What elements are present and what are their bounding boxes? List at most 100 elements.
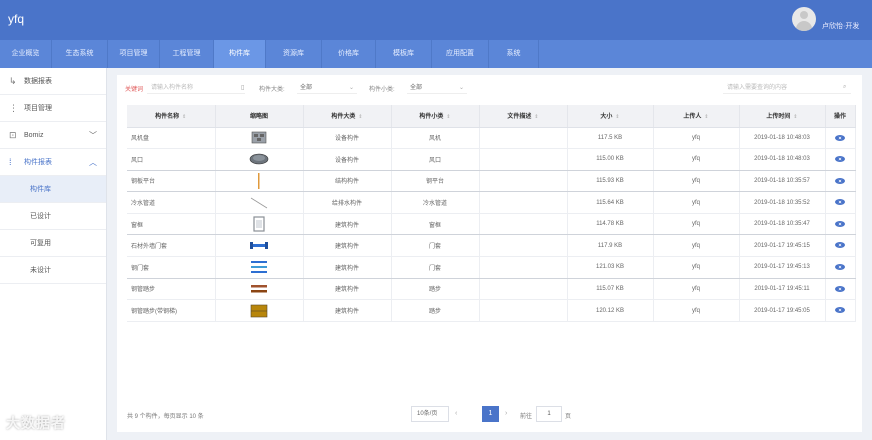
table-row[interactable]: 钢门套 建筑构件 门套 121.03 KB yfq 2019-01-17 19:45:13 bbox=[127, 256, 856, 279]
sidebar-item-2[interactable]: ⊡ Bomiz ﹀ bbox=[0, 122, 106, 149]
nav-item-4[interactable]: 构件库 bbox=[214, 40, 266, 68]
eye-icon[interactable] bbox=[835, 177, 845, 184]
cell-time: 2019-01-17 19:45:11 bbox=[739, 278, 826, 301]
type-label: 构件大类: bbox=[259, 87, 285, 93]
sort-icon[interactable]: ⇕ bbox=[358, 114, 362, 120]
cell-action bbox=[825, 278, 856, 301]
page-number-current[interactable]: 1 bbox=[482, 406, 499, 422]
nav-item-5[interactable]: 资源库 bbox=[266, 40, 322, 68]
cell-thumbnail bbox=[215, 148, 304, 171]
nav-item-0[interactable]: 企业概览 bbox=[0, 40, 52, 68]
cell-category: 结构构件 bbox=[303, 170, 392, 193]
cell-time: 2019-01-17 19:45:15 bbox=[739, 234, 826, 258]
component-thumbnail bbox=[249, 284, 269, 293]
sidebar-item-3[interactable]: ⁞ 构件报表 ︿ bbox=[0, 149, 106, 176]
column-header[interactable]: 上传人 ⇕ bbox=[653, 105, 740, 128]
sidebar-item-0[interactable]: ↳ 数据报表 bbox=[0, 68, 106, 95]
nav-item-1[interactable]: 生态系统 bbox=[52, 40, 108, 68]
cell-subcategory: 风口 bbox=[391, 148, 480, 171]
eye-icon[interactable] bbox=[835, 199, 845, 206]
cell-thumbnail bbox=[215, 170, 304, 193]
cell-category: 建筑构件 bbox=[303, 299, 392, 322]
column-header-label: 操作 bbox=[833, 114, 846, 121]
cell-size: 115.64 KB bbox=[567, 191, 654, 214]
nav-item-6[interactable]: 价格库 bbox=[322, 40, 376, 68]
sidebar-subitem-0[interactable]: 构件库 bbox=[0, 176, 106, 203]
eye-icon[interactable] bbox=[835, 156, 845, 163]
search-input[interactable]: 请输入需要查询的内容 bbox=[723, 82, 851, 94]
cell-subcategory: 钢平台 bbox=[391, 170, 480, 193]
table-row[interactable]: 风机盘 设备构件 风机 117.5 KB yfq 2019-01-18 10:48:03 bbox=[127, 127, 856, 150]
page-size-select[interactable]: 10条/页 bbox=[411, 406, 449, 422]
calendar-icon[interactable]: ▯ bbox=[241, 84, 244, 91]
table-row[interactable]: 窗框 建筑构件 窗框 114.78 KB yfq 2019-01-18 10:35:47 bbox=[127, 213, 856, 236]
column-header[interactable]: 构件小类 ⇕ bbox=[391, 105, 480, 128]
column-header[interactable]: 上传时间 ⇕ bbox=[739, 105, 826, 128]
user-avatar[interactable] bbox=[792, 7, 816, 31]
eye-icon[interactable] bbox=[835, 285, 845, 292]
sub-select-value: 全部 bbox=[410, 85, 423, 91]
cell-time: 2019-01-18 10:48:03 bbox=[739, 127, 826, 150]
nav-item-2[interactable]: 项目管理 bbox=[108, 40, 160, 68]
nav-item-7[interactable]: 模板库 bbox=[376, 40, 432, 68]
keyword-input[interactable]: 请输入构件名称 bbox=[147, 82, 245, 94]
user-name[interactable]: 卢欣怡·开发 bbox=[822, 21, 859, 31]
table-row[interactable]: 钢管踏步 建筑构件 踏步 115.07 KB yfq 2019-01-17 19:45:1… bbox=[127, 278, 856, 301]
cell-desc bbox=[479, 191, 568, 214]
column-header[interactable]: 缩略图 bbox=[215, 105, 304, 128]
cell-name: 冷水管道 bbox=[127, 191, 216, 214]
sidebar-item-label: Bomiz bbox=[24, 132, 44, 139]
table-row[interactable]: 风口 设备构件 风口 115.00 KB yfq 2019-01-18 10:48:03 bbox=[127, 148, 856, 171]
cell-time: 2019-01-17 19:45:05 bbox=[739, 299, 826, 322]
cell-subcategory: 踏步 bbox=[391, 299, 480, 322]
cell-category: 给排水构件 bbox=[303, 191, 392, 214]
page-size-value: 10条/页 bbox=[417, 411, 438, 417]
cell-category: 建筑构件 bbox=[303, 213, 392, 236]
eye-icon[interactable] bbox=[835, 307, 845, 314]
eye-icon[interactable] bbox=[835, 134, 845, 141]
sidebar-subitem-1[interactable]: 已设计 bbox=[0, 203, 106, 230]
next-page-button[interactable]: › bbox=[505, 406, 507, 422]
search-icon[interactable]: ⌕ bbox=[843, 84, 846, 91]
eye-icon[interactable] bbox=[835, 242, 845, 249]
nav-item-3[interactable]: 工程管理 bbox=[160, 40, 214, 68]
cell-uploader: yfq bbox=[653, 234, 740, 258]
prev-page-button[interactable]: ‹ bbox=[455, 406, 457, 422]
column-header[interactable]: 大小 ⇕ bbox=[567, 105, 654, 128]
column-header[interactable]: 文件描述 ⇕ bbox=[479, 105, 568, 128]
table-row[interactable]: 冷水管道 给排水构件 冷水管道 115.64 KB yfq 2019-01-18 10:3… bbox=[127, 191, 856, 214]
sort-icon[interactable]: ⇕ bbox=[793, 114, 797, 120]
sort-icon[interactable]: ⇕ bbox=[534, 114, 538, 120]
cell-thumbnail bbox=[215, 278, 304, 301]
table-row[interactable]: 石材外墙门套 建筑构件 门套 117.9 KB yfq 2019-01-17 19:45:… bbox=[127, 234, 856, 258]
cell-thumbnail bbox=[215, 256, 304, 279]
column-header[interactable]: 构件名称 ⇕ bbox=[127, 105, 216, 128]
goto-page-input[interactable]: 1 bbox=[536, 406, 562, 422]
cell-category: 建筑构件 bbox=[303, 234, 392, 258]
column-header[interactable]: 构件大类 ⇕ bbox=[303, 105, 392, 128]
sort-icon[interactable]: ⇕ bbox=[704, 114, 708, 120]
cell-category: 设备构件 bbox=[303, 148, 392, 171]
sort-icon[interactable]: ⇕ bbox=[615, 114, 619, 120]
cube-icon: ⊡ bbox=[9, 130, 17, 140]
table-row[interactable]: 钢板平台 结构构件 钢平台 115.93 KB yfq 2019-01-18 10:35:… bbox=[127, 170, 856, 193]
nav-item-9[interactable]: 系统 bbox=[489, 40, 539, 68]
sort-icon[interactable]: ⇕ bbox=[446, 114, 450, 120]
type-select[interactable]: 全部 ⌄ bbox=[297, 82, 357, 94]
sidebar-subitem-3[interactable]: 未设计 bbox=[0, 257, 106, 284]
cell-size: 115.07 KB bbox=[567, 278, 654, 301]
cell-uploader: yfq bbox=[653, 148, 740, 171]
sidebar-subitem-2[interactable]: 可复用 bbox=[0, 230, 106, 257]
eye-icon[interactable] bbox=[835, 264, 845, 271]
folder-icon: ⋮ bbox=[9, 103, 18, 113]
table-row[interactable]: 钢管踏步(带钢梯) 建筑构件 踏步 120.12 KB yfq 2019-01-17 19… bbox=[127, 299, 856, 322]
sidebar-item-1[interactable]: ⋮ 项目管理 bbox=[0, 95, 106, 122]
sort-icon[interactable]: ⇕ bbox=[182, 114, 186, 120]
nav-item-8[interactable]: 应用配置 bbox=[432, 40, 489, 68]
sub-select[interactable]: 全部 ⌄ bbox=[407, 82, 467, 94]
goto-prefix: 前往 bbox=[520, 414, 533, 420]
cell-thumbnail bbox=[215, 213, 304, 236]
cell-uploader: yfq bbox=[653, 299, 740, 322]
eye-icon[interactable] bbox=[835, 220, 845, 227]
sidebar-item-label: 数据报表 bbox=[24, 78, 52, 85]
